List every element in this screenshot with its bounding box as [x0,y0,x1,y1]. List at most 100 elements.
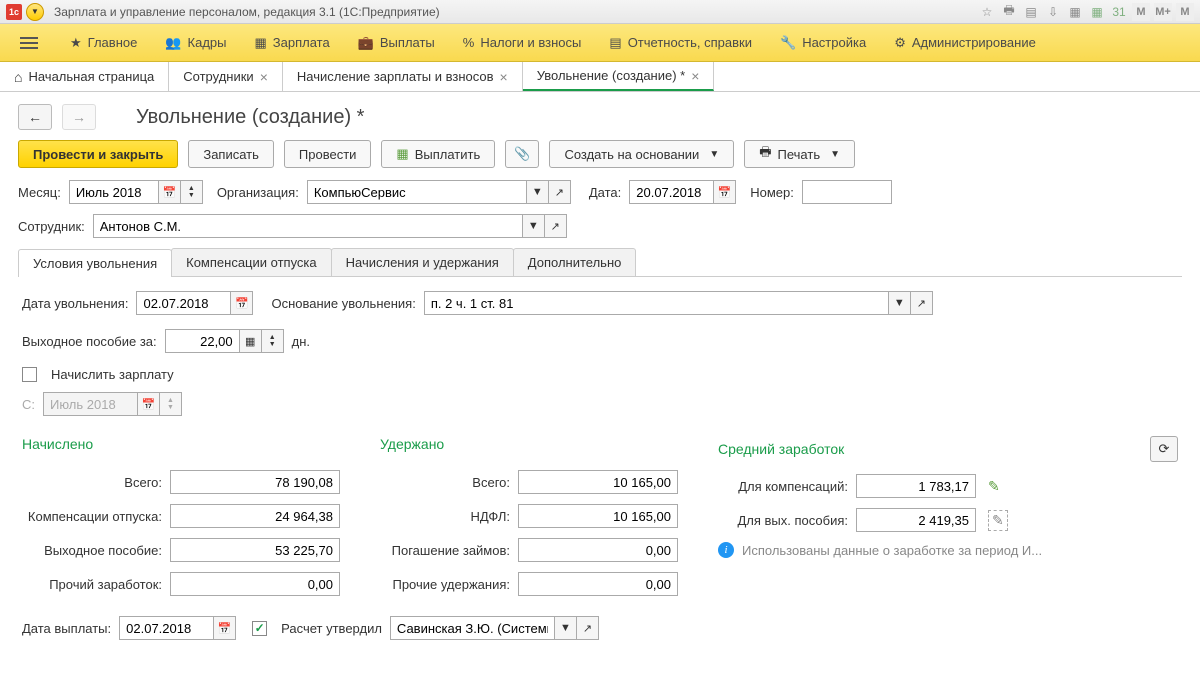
other-income-label: Прочий заработок: [22,577,162,592]
refresh-button[interactable]: ⟳ [1150,436,1178,462]
date-input[interactable] [629,180,714,204]
fire-date-input[interactable] [136,291,231,315]
menu-hr[interactable]: 👥Кадры [165,35,226,51]
dropdown-icon[interactable]: ▼ [555,616,577,640]
info-icon: i [718,542,734,558]
menu-settings[interactable]: 🔧Настройка [780,35,866,51]
subtab-conditions[interactable]: Условия увольнения [18,249,172,277]
total-accrued-value[interactable] [170,470,340,494]
basis-label: Основание увольнения: [271,296,415,311]
main-menu: ★Главное 👥Кадры ▦Зарплата 💼Выплаты %Нало… [0,24,1200,62]
severance-days-input[interactable] [165,329,240,353]
subtab-vacation[interactable]: Компенсации отпуска [171,248,332,276]
severance-label: Выходное пособие за: [22,334,157,349]
edit-dotted-icon[interactable]: ✎ [988,510,1008,531]
calculator-icon[interactable]: ▦ [240,329,262,353]
post-and-close-button[interactable]: Провести и закрыть [18,140,178,168]
subtab-extra[interactable]: Дополнительно [513,248,637,276]
nav-forward-button[interactable]: → [62,104,96,130]
menu-taxes[interactable]: %Налоги и взносы [463,35,582,50]
other-deductions-value[interactable] [518,572,678,596]
severance-pay-label: Выходное пособие: [22,543,162,558]
calculator-icon[interactable]: ▦ [1088,3,1106,21]
payment-date-input[interactable] [119,616,214,640]
ndfl-label: НДФЛ: [380,509,510,524]
payment-date-label: Дата выплаты: [22,621,111,636]
m-icon[interactable]: M [1132,3,1150,21]
menu-payments[interactable]: 💼Выплаты [358,35,435,51]
dropdown-icon[interactable]: ▼ [26,3,44,21]
pay-button[interactable]: ▦Выплатить [381,140,495,168]
number-input[interactable] [802,180,892,204]
dropdown-icon[interactable]: ▼ [523,214,545,238]
month-input[interactable] [69,180,159,204]
calendar-icon[interactable]: 📅 [214,616,236,640]
for-comp-value[interactable] [856,474,976,498]
titlebar: 1c ▼ Зарплата и управление персоналом, р… [0,0,1200,24]
other-income-value[interactable] [170,572,340,596]
avg-earnings-title: Средний заработок [718,441,844,457]
days-unit: дн. [292,334,310,349]
calendar-icon: 📅 [138,392,160,416]
subtab-accruals[interactable]: Начисления и удержания [331,248,514,276]
calendar-icon[interactable]: 31 [1110,3,1128,21]
dropdown-icon[interactable]: ▼ [889,291,911,315]
vacation-comp-value[interactable] [170,504,340,528]
calendar-icon[interactable]: 📅 [714,180,736,204]
favorite-icon[interactable]: ☆ [978,3,996,21]
severance-pay-value[interactable] [170,538,340,562]
post-button[interactable]: Провести [284,140,372,168]
days-spinner[interactable]: ▲▼ [262,329,284,353]
loans-value[interactable] [518,538,678,562]
date-label: Дата: [589,185,621,200]
employee-input[interactable] [93,214,523,238]
tab-accruals[interactable]: Начисление зарплаты и взносов× [283,62,523,91]
nav-back-button[interactable]: ← [18,104,52,130]
close-icon[interactable]: × [500,69,508,85]
close-icon[interactable]: × [260,69,268,85]
for-comp-label: Для компенсаций: [718,479,848,494]
calendar-icon[interactable]: 📅 [231,291,253,315]
approver-input[interactable] [390,616,555,640]
save-button[interactable]: Записать [188,140,274,168]
menu-admin[interactable]: ⚙Администрирование [894,35,1036,51]
create-based-button[interactable]: Создать на основании▼ [549,140,734,168]
titlebar-tools: ☆ 🖶 ▤ ⇩ ▦ ▦ 31 M M+ M [978,3,1194,21]
open-icon[interactable]: ↗ [577,616,599,640]
content: ← → Увольнение (создание) * Провести и з… [0,92,1200,676]
open-icon[interactable]: ↗ [549,180,571,204]
attach-button[interactable]: 📎 [505,140,539,168]
clipboard-icon[interactable]: ▦ [1066,3,1084,21]
info-text: Использованы данные о заработке за перио… [742,543,1042,558]
employee-label: Сотрудник: [18,219,85,234]
close-icon[interactable]: × [691,68,699,84]
tab-home[interactable]: ⌂Начальная страница [0,62,169,91]
menu-reports[interactable]: ▤Отчетность, справки [609,35,752,51]
tab-employees[interactable]: Сотрудники× [169,62,283,91]
calendar-icon[interactable]: 📅 [159,180,181,204]
month-spinner[interactable]: ▲▼ [181,180,203,204]
print-button[interactable]: 🖶Печать▼ [744,140,855,168]
accrue-salary-checkbox[interactable] [22,367,37,382]
m-minus-icon[interactable]: M [1176,3,1194,21]
from-spinner: ▲▼ [160,392,182,416]
for-sev-value[interactable] [856,508,976,532]
from-label: С: [22,397,35,412]
ndfl-value[interactable] [518,504,678,528]
approved-checkbox[interactable] [252,621,267,636]
dropdown-icon[interactable]: ▼ [527,180,549,204]
download-icon[interactable]: ⇩ [1044,3,1062,21]
menu-main[interactable]: ★Главное [70,35,137,51]
menu-salary[interactable]: ▦Зарплата [254,35,329,51]
tab-dismissal[interactable]: Увольнение (создание) *× [523,62,715,91]
edit-icon[interactable]: ✎ [988,478,1000,495]
open-icon[interactable]: ↗ [545,214,567,238]
file-icon[interactable]: ▤ [1022,3,1040,21]
open-icon[interactable]: ↗ [911,291,933,315]
menu-icon[interactable] [20,37,38,49]
total-withheld-value[interactable] [518,470,678,494]
print-icon[interactable]: 🖶 [1000,3,1018,21]
org-input[interactable] [307,180,527,204]
basis-input[interactable] [424,291,889,315]
m-plus-icon[interactable]: M+ [1154,3,1172,21]
